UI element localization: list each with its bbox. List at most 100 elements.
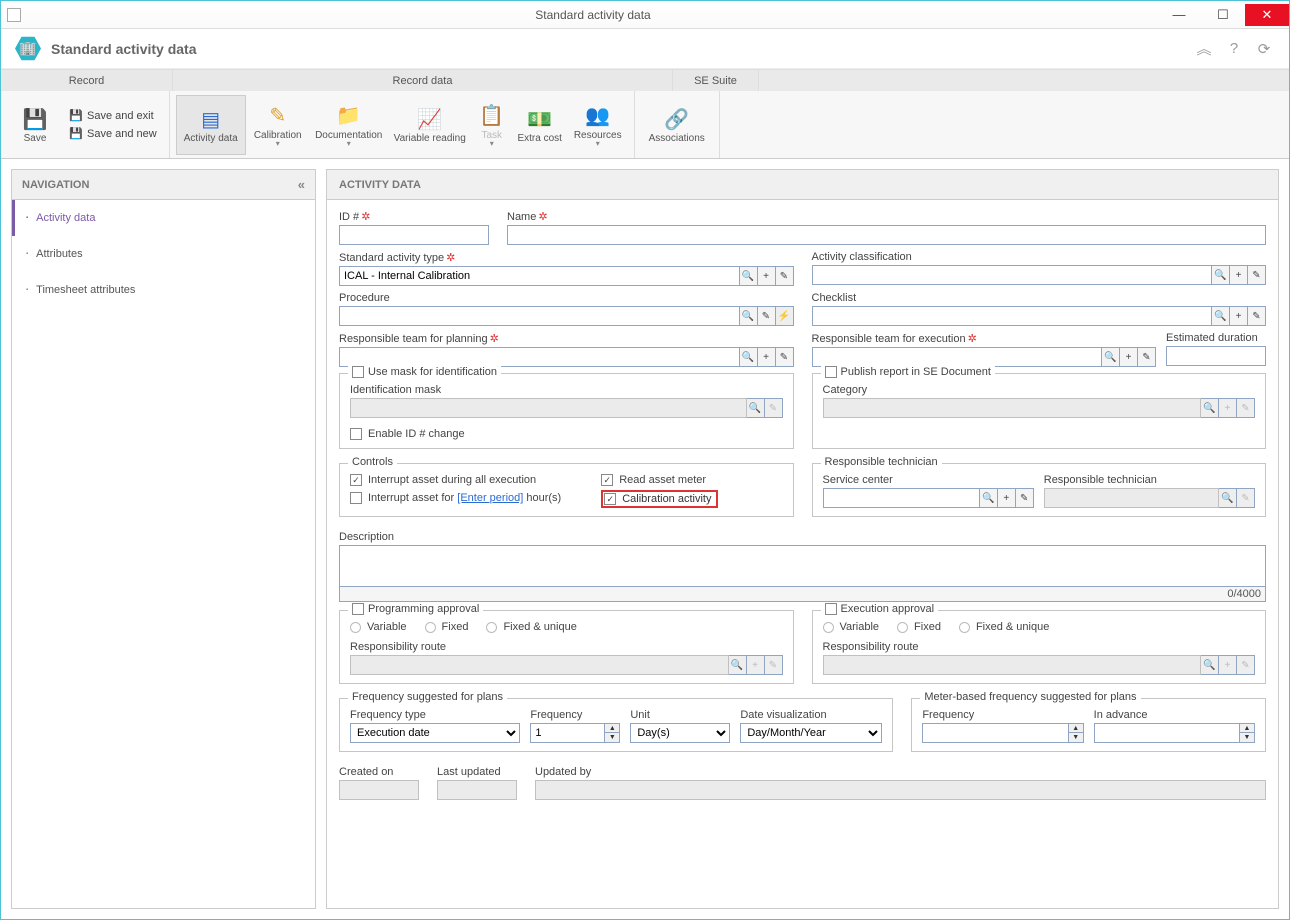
clear-icon[interactable]: ✎ bbox=[1138, 347, 1156, 367]
add-icon[interactable]: + bbox=[1120, 347, 1138, 367]
est-duration-input[interactable] bbox=[1166, 346, 1266, 366]
resp-team-exec-input[interactable] bbox=[812, 347, 1103, 367]
checklist-input[interactable] bbox=[812, 306, 1213, 326]
chevron-down-icon: ▾ bbox=[276, 139, 280, 148]
save-button[interactable]: 💾 Save bbox=[7, 95, 63, 155]
in-advance-input[interactable] bbox=[1094, 723, 1240, 743]
procedure-input[interactable] bbox=[339, 306, 740, 326]
search-icon[interactable]: 🔍 bbox=[1102, 347, 1120, 367]
programming-approval-fieldset: Programming approval Variable Fixed Fixe… bbox=[339, 610, 794, 684]
freq-down-button[interactable]: ▼ bbox=[605, 733, 619, 742]
search-icon[interactable]: 🔍 bbox=[740, 306, 758, 326]
save-new-button[interactable]: 💾Save and new bbox=[69, 127, 157, 141]
window-controls: — ☐ ✕ bbox=[1157, 4, 1289, 26]
service-center-input[interactable] bbox=[823, 488, 980, 508]
resp-team-plan-input[interactable] bbox=[339, 347, 740, 367]
nav-item-timesheet-attributes[interactable]: Timesheet attributes bbox=[12, 272, 315, 308]
associations-button[interactable]: 🔗Associations bbox=[641, 95, 713, 155]
mfreq-up-button[interactable]: ▲ bbox=[1069, 724, 1083, 733]
unit-select[interactable]: Day(s) bbox=[630, 723, 730, 743]
frequency-input[interactable] bbox=[530, 723, 605, 743]
search-icon: 🔍 bbox=[747, 398, 765, 418]
publish-report-checkbox[interactable] bbox=[825, 366, 837, 378]
name-input[interactable] bbox=[507, 225, 1266, 245]
clear-icon: ✎ bbox=[765, 655, 783, 675]
navigation-panel: NAVIGATION « Activity data Attributes Ti… bbox=[11, 169, 316, 909]
save-exit-icon: 💾 bbox=[69, 109, 83, 123]
help-icon[interactable]: ? bbox=[1223, 38, 1245, 60]
collapse-ribbon-icon[interactable]: ︽ bbox=[1193, 38, 1215, 60]
adv-up-button[interactable]: ▲ bbox=[1240, 724, 1254, 733]
tab-record-data[interactable]: Record data bbox=[173, 70, 673, 91]
description-textarea[interactable] bbox=[339, 545, 1266, 587]
clear-icon[interactable]: ✎ bbox=[776, 266, 794, 286]
search-icon[interactable]: 🔍 bbox=[740, 266, 758, 286]
search-icon: 🔍 bbox=[1219, 488, 1237, 508]
chevron-down-icon: ▾ bbox=[596, 139, 600, 148]
save-exit-button[interactable]: 💾Save and exit bbox=[69, 109, 157, 123]
freq-type-select[interactable]: Execution date bbox=[350, 723, 520, 743]
prog-resp-route-label: Responsibility route bbox=[350, 641, 783, 653]
unit-label: Unit bbox=[630, 709, 730, 721]
tab-record[interactable]: Record bbox=[1, 70, 173, 91]
calibration-activity-highlight: Calibration activity bbox=[601, 490, 718, 508]
clear-icon[interactable]: ✎ bbox=[758, 306, 776, 326]
act-class-input[interactable] bbox=[812, 265, 1213, 285]
date-vis-select[interactable]: Day/Month/Year bbox=[740, 723, 882, 743]
refresh-icon[interactable]: ⟳ bbox=[1253, 38, 1275, 60]
activity-data-button[interactable]: ▤Activity data bbox=[176, 95, 246, 155]
use-mask-checkbox[interactable] bbox=[352, 366, 364, 378]
freq-up-button[interactable]: ▲ bbox=[605, 724, 619, 733]
publish-report-fieldset: Publish report in SE Document Category 🔍… bbox=[812, 373, 1267, 449]
id-input[interactable] bbox=[339, 225, 489, 245]
action-icon: ⚡ bbox=[776, 306, 794, 326]
read-meter-checkbox[interactable] bbox=[601, 474, 613, 486]
calibration-activity-checkbox[interactable] bbox=[604, 493, 616, 505]
chevron-down-icon: ▾ bbox=[490, 139, 494, 148]
maximize-button[interactable]: ☐ bbox=[1201, 4, 1245, 26]
est-duration-label: Estimated duration bbox=[1166, 332, 1266, 344]
clear-icon[interactable]: ✎ bbox=[1248, 306, 1266, 326]
add-icon[interactable]: + bbox=[758, 347, 776, 367]
prog-approval-checkbox[interactable] bbox=[352, 603, 364, 615]
minimize-button[interactable]: — bbox=[1157, 4, 1201, 26]
interrupt-all-checkbox[interactable] bbox=[350, 474, 362, 486]
enter-period-link[interactable]: [Enter period] bbox=[457, 492, 523, 504]
meter-frequency-input[interactable] bbox=[922, 723, 1068, 743]
mfreq-down-button[interactable]: ▼ bbox=[1069, 733, 1083, 742]
form-body: ID #✲ Name✲ Standard activity type✲ bbox=[327, 200, 1278, 908]
clear-icon: ✎ bbox=[1237, 488, 1255, 508]
exec-fixed-unique-radio bbox=[959, 622, 970, 633]
exec-fixed-radio bbox=[897, 622, 908, 633]
add-icon[interactable]: + bbox=[1230, 265, 1248, 285]
app-icon: 🏢 bbox=[15, 36, 41, 62]
variable-reading-button[interactable]: 📈Variable reading bbox=[388, 95, 472, 155]
interrupt-for-checkbox[interactable] bbox=[350, 492, 362, 504]
calibration-button[interactable]: ✎Calibration▾ bbox=[246, 95, 310, 155]
created-on-input bbox=[339, 780, 419, 800]
collapse-nav-icon[interactable]: « bbox=[298, 177, 305, 192]
search-icon[interactable]: 🔍 bbox=[1212, 306, 1230, 326]
nav-item-attributes[interactable]: Attributes bbox=[12, 236, 315, 272]
add-icon[interactable]: + bbox=[1230, 306, 1248, 326]
clear-icon[interactable]: ✎ bbox=[1248, 265, 1266, 285]
resources-button[interactable]: 👥Resources▾ bbox=[568, 95, 628, 155]
adv-down-button[interactable]: ▼ bbox=[1240, 733, 1254, 742]
search-icon[interactable]: 🔍 bbox=[980, 488, 998, 508]
tab-se-suite[interactable]: SE Suite bbox=[673, 70, 759, 91]
close-button[interactable]: ✕ bbox=[1245, 4, 1289, 26]
extra-cost-button[interactable]: 💵Extra cost bbox=[512, 95, 568, 155]
resp-team-plan-label: Responsible team for planning✲ bbox=[339, 332, 794, 345]
clear-icon[interactable]: ✎ bbox=[776, 347, 794, 367]
documentation-button[interactable]: 📁Documentation▾ bbox=[310, 95, 388, 155]
add-icon: + bbox=[1219, 398, 1237, 418]
search-icon[interactable]: 🔍 bbox=[1212, 265, 1230, 285]
std-act-type-input[interactable] bbox=[339, 266, 740, 286]
add-icon[interactable]: + bbox=[758, 266, 776, 286]
nav-item-activity-data[interactable]: Activity data bbox=[12, 200, 315, 236]
exec-approval-checkbox[interactable] bbox=[825, 603, 837, 615]
add-icon[interactable]: + bbox=[998, 488, 1016, 508]
enable-id-change-checkbox[interactable] bbox=[350, 428, 362, 440]
search-icon[interactable]: 🔍 bbox=[740, 347, 758, 367]
clear-icon[interactable]: ✎ bbox=[1016, 488, 1034, 508]
